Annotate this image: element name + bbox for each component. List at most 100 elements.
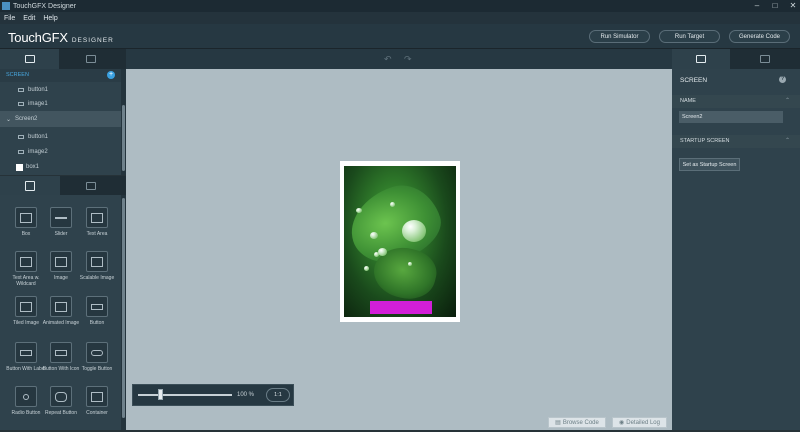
widget-label: Animated Image (42, 320, 80, 326)
widget-toggle-button[interactable]: Toggle Button (77, 342, 117, 388)
widget-label: Button With Label (6, 366, 46, 372)
screen-icon (24, 55, 35, 63)
menu-help[interactable]: Help (39, 15, 61, 22)
image-icon (18, 150, 24, 154)
screen-tree-header: SCREEN (0, 69, 121, 82)
tab-interactions[interactable] (730, 49, 800, 69)
widget-scroll-thumb[interactable] (122, 198, 125, 418)
log-icon: ◉ (619, 420, 625, 426)
images-icon (86, 181, 96, 190)
menu-file[interactable]: File (0, 15, 19, 22)
tree-scroll-thumb[interactable] (122, 105, 125, 171)
button-with-label-widget-icon (15, 342, 37, 363)
tree-item-image2[interactable]: image2 (0, 144, 121, 160)
box-icon (16, 163, 23, 171)
widget-radio-button[interactable]: Radio Button (6, 386, 46, 432)
tab-properties[interactable] (672, 49, 730, 69)
window-controls: – □ ✕ (752, 0, 798, 11)
run-target-button[interactable]: Run Target (659, 30, 720, 43)
screen-name-field[interactable]: Screen2 (679, 111, 783, 123)
menu-bar: File Edit Help (0, 12, 800, 24)
startup-section-label: STARTUP SCREEN (680, 138, 730, 144)
widget-button-with-label[interactable]: Button With Label (6, 342, 46, 388)
detailed-log-button[interactable]: ◉ Detailed Log (612, 417, 667, 428)
widget-text-area-wildcard[interactable]: Text Area w. Wildcard (6, 251, 46, 297)
widget-button-with-icon[interactable]: Button With Icon (41, 342, 81, 388)
widget-repeat-button[interactable]: Repeat Button (41, 386, 81, 432)
water-drop (374, 252, 379, 257)
widget-tiled-image[interactable]: Tiled Image (6, 296, 46, 342)
button-with-icon-widget-icon (50, 342, 72, 363)
folder-icon: ▤ (555, 420, 561, 426)
zoom-slider-track[interactable] (138, 394, 232, 396)
chevron-up-icon[interactable]: ⌃ (785, 135, 790, 148)
water-drop (364, 266, 369, 271)
widget-image[interactable]: Image (41, 251, 81, 297)
window-title: TouchGFX Designer (13, 2, 77, 10)
add-screen-icon[interactable]: + (107, 71, 115, 79)
box-widget-preview[interactable] (370, 301, 432, 314)
container-widget-icon (86, 386, 108, 407)
image-widget-preview[interactable] (344, 166, 456, 317)
chevron-down-icon[interactable]: ⌄ (6, 116, 11, 123)
widget-label: Button (89, 320, 105, 326)
tab-screens[interactable] (0, 49, 59, 69)
water-drop (378, 248, 387, 256)
help-icon[interactable]: ? (779, 76, 786, 83)
generate-code-button[interactable]: Generate Code (729, 30, 790, 43)
radio-button-widget-icon (15, 386, 37, 407)
redo-icon[interactable]: ↷ (404, 54, 412, 65)
menu-edit[interactable]: Edit (19, 15, 39, 22)
screen-tree: button1 image1 ⌄ Screen2 button1 image2 … (0, 82, 121, 175)
tree-item-image1[interactable]: image1 (0, 96, 121, 112)
add-widget-icon (25, 180, 35, 191)
texts-icon (86, 55, 96, 63)
widget-scalable-image[interactable]: Scalable Image (77, 251, 117, 297)
chevron-up-icon[interactable]: ⌃ (785, 95, 790, 108)
properties-panel (672, 69, 800, 430)
close-icon[interactable]: ✕ (788, 0, 798, 11)
widget-label: Box (21, 231, 31, 237)
tab-texts[interactable] (59, 49, 123, 69)
tab-widgets[interactable] (0, 176, 60, 195)
water-drop (356, 208, 362, 213)
logo: TouchGFX DESIGNER (8, 30, 114, 45)
widget-slider[interactable]: Slider (41, 207, 81, 253)
tree-item-box1[interactable]: box1 (0, 159, 121, 175)
maximize-icon[interactable]: □ (770, 0, 780, 11)
widget-text-area[interactable]: Text Area (77, 207, 117, 253)
repeat-button-widget-icon (50, 386, 72, 407)
widget-palette: Box Slider Text Area Text Area w. Wildca… (0, 195, 121, 430)
widget-label: Slider (54, 231, 68, 237)
tree-item-button1[interactable]: button1 (0, 129, 121, 145)
widget-label: Text Area w. Wildcard (12, 275, 40, 287)
tree-item-label: box1 (26, 164, 40, 170)
tab-images[interactable] (60, 176, 122, 195)
widget-label: Image (54, 275, 68, 281)
widget-box[interactable]: Box (6, 207, 46, 253)
widget-container[interactable]: Container (77, 386, 117, 432)
name-section-header[interactable]: NAME ⌃ (672, 95, 800, 108)
image-widget-icon (50, 251, 72, 272)
tree-item-screen2[interactable]: ⌄ Screen2 (0, 111, 121, 127)
button-widget-icon (86, 296, 108, 317)
run-simulator-button[interactable]: Run Simulator (589, 30, 650, 43)
widget-button[interactable]: Button (77, 296, 117, 342)
properties-icon (696, 55, 706, 63)
browse-code-button[interactable]: ▤ Browse Code (548, 417, 606, 428)
app-icon (2, 2, 10, 10)
set-startup-screen-button[interactable]: Set as Startup Screen (679, 158, 740, 171)
zoom-reset-button[interactable]: 1:1 (266, 388, 290, 402)
startup-section-header[interactable]: STARTUP SCREEN ⌃ (672, 135, 800, 148)
widget-label: Toggle Button (81, 366, 113, 372)
logo-main: TouchGFX (8, 30, 68, 45)
zoom-level-text: 100 % (237, 392, 255, 398)
tree-item-label: button1 (28, 134, 49, 140)
undo-icon[interactable]: ↶ (384, 54, 392, 65)
widget-animated-image[interactable]: Animated Image (41, 296, 81, 342)
minimize-icon[interactable]: – (752, 0, 762, 11)
slider-widget-icon (50, 207, 72, 228)
widget-label: Scalable Image (79, 275, 115, 281)
zoom-slider-handle[interactable] (158, 389, 163, 400)
canvas-toolbar (126, 49, 672, 69)
